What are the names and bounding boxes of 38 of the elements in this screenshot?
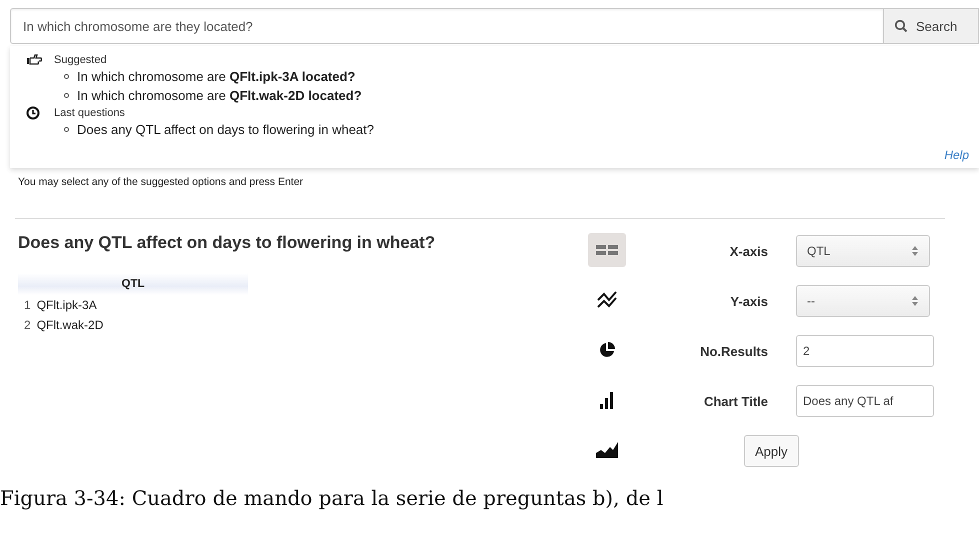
field-label: Y-axis [729,294,768,308]
section-label: Last questions [54,106,125,118]
figure-caption: Figura 3-34: Cuadro de mando para la serie de preguntas b), de l [0,486,664,510]
search-field[interactable]: In which chromosome are they located? [10,8,884,44]
sort-arrows-icon [911,295,919,307]
suggestion-item[interactable]: In which chromosome are QFlt.ipk-3A located? [77,69,356,84]
suggestion-item[interactable]: In which chromosome are QFlt.wak-2D located? [77,88,362,103]
clock-icon [26,106,42,120]
search-button[interactable]: Search [884,8,979,44]
bar-chart-icon [599,390,615,410]
section-label: Suggested [54,54,107,66]
field-label: X-axis [728,244,768,258]
area-chart-icon [595,441,619,459]
bullet-icon [64,93,69,98]
line-chart-icon [596,290,618,310]
help-link[interactable]: Help [944,148,969,162]
bullet-icon [64,127,69,132]
suggestion-item[interactable]: Does any QTL affect on days to flowering in wheat? [77,122,374,137]
result-title: Does any QTL affect on days to flowering in wheat? [18,233,436,253]
search-icon [894,19,908,33]
table-icon [594,242,620,258]
dropdown[interactable]: QTL [796,235,930,267]
table-cell: QFlt.wak-2D [36,318,104,332]
row-number: 2 [24,318,31,332]
pointing-hand-icon [26,52,42,66]
field-label: No.Results [699,344,768,358]
table-cell: QFlt.ipk-3A [36,298,97,312]
row-number: 1 [24,298,31,312]
bullet-icon [64,74,69,79]
input-field[interactable]: Does any QTL af [796,385,934,417]
input-field[interactable]: 2 [796,335,934,367]
pie-chart-icon [598,341,616,359]
sort-arrows-icon [911,245,919,257]
column-header: QTL [122,278,144,290]
apply-button[interactable]: Apply [744,435,799,467]
dropdown[interactable]: -- [796,285,930,317]
hint-text: You may select any of the suggested options and press Enter [18,176,304,188]
field-label: Chart Title [702,394,768,408]
